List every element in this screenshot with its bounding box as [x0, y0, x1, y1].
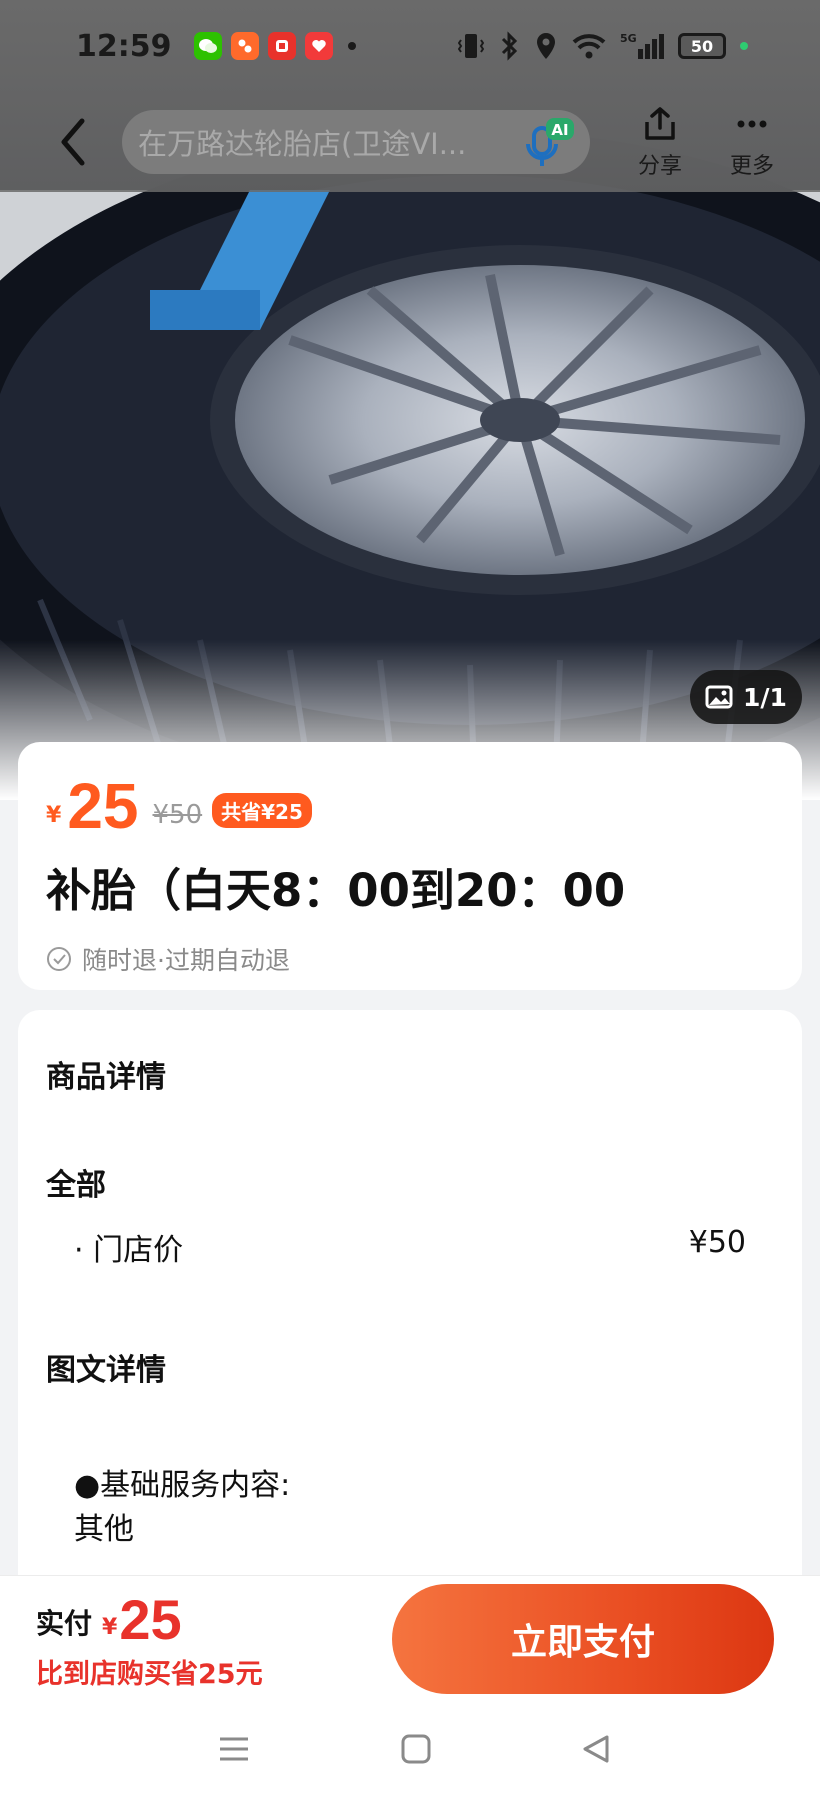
image-counter[interactable]: 1/1: [690, 670, 802, 724]
status-bar: 12:59 5G 50: [0, 0, 820, 92]
charging-dot: [740, 42, 748, 50]
wechat-app-icon: [193, 32, 222, 60]
back-arrow-icon: [61, 118, 85, 166]
pay-amount: 25: [119, 1588, 182, 1651]
menu-lines-icon: [220, 1737, 248, 1761]
product-title: 补胎（白天8：00到20：00: [46, 864, 626, 917]
back-button[interactable]: [38, 107, 108, 177]
status-app-icons: [193, 32, 356, 60]
ai-voice-icon[interactable]: AI: [520, 116, 576, 172]
taobao-app-icon: [267, 32, 296, 60]
more-button[interactable]: 更多: [712, 106, 792, 182]
details-section-title: 商品详情: [46, 1060, 166, 1095]
more-label: 更多: [729, 154, 774, 179]
top-nav-bar: 在万路达轮胎店(卫途VI... AI 分享 更多: [0, 92, 820, 192]
share-button[interactable]: 分享: [620, 106, 700, 182]
refund-policy: 随时退·过期自动退: [46, 941, 772, 977]
item-name: · 门店价: [74, 1233, 184, 1268]
home-square-icon: [401, 1734, 431, 1764]
battery-indicator: 50: [678, 33, 726, 59]
system-back-button[interactable]: [576, 1729, 616, 1769]
pay-currency: ¥: [102, 1615, 118, 1640]
system-nav-bar: [0, 1695, 820, 1802]
image-counter-text: 1/1: [743, 682, 787, 712]
more-dots-icon: [737, 120, 767, 128]
ai-badge: AI: [551, 121, 568, 139]
rich-line-service: ●基础服务内容:: [74, 1468, 291, 1503]
svg-text:5G: 5G: [620, 32, 637, 45]
pay-summary: 实付 ¥ 25 比到店购买省25元: [36, 1592, 263, 1691]
share-icon: [645, 107, 675, 140]
recent-apps-button[interactable]: [214, 1729, 254, 1769]
refund-policy-text: 随时退·过期自动退: [82, 946, 290, 975]
wifi-icon: [572, 34, 606, 59]
list-item: · 门店价 ¥50: [74, 1225, 746, 1269]
pinduoduo-app-icon: [230, 32, 259, 60]
check-circle-icon: [47, 947, 71, 971]
pay-amount-row: 实付 ¥ 25: [36, 1592, 263, 1648]
cellular-5g-icon: 5G: [620, 32, 664, 59]
sale-price: 25: [67, 770, 139, 842]
search-text: 在万路达轮胎店(卫途VI...: [138, 127, 467, 161]
price-row: ¥ 25 ¥50 共省¥25: [46, 768, 772, 838]
item-price: ¥50: [688, 1225, 746, 1260]
group-title: 全部: [46, 1168, 106, 1203]
gallery-icon: [705, 685, 733, 709]
dianping-app-icon: [304, 32, 333, 60]
rich-details-title: 图文详情: [46, 1353, 166, 1388]
bluetooth-icon: [501, 31, 518, 61]
vibrate-icon: [458, 34, 484, 58]
price-card: ¥ 25 ¥50 共省¥25 补胎（白天8：00到20：00 随时退·过期自动退: [18, 742, 802, 990]
pay-savings-note: 比到店购买省25元: [36, 1659, 263, 1690]
status-time: 12:59: [76, 28, 172, 64]
back-triangle-icon: [583, 1735, 609, 1763]
notification-dot: [347, 42, 356, 50]
share-label: 分享: [637, 154, 682, 179]
product-details-card: 商品详情 全部 · 门店价 ¥50 图文详情 ●基础服务内容: 其他: [18, 1010, 802, 1610]
shop-search-box[interactable]: 在万路达轮胎店(卫途VI... AI: [122, 110, 590, 174]
pay-now-button[interactable]: 立即支付: [392, 1584, 774, 1694]
pay-label: 实付: [36, 1607, 93, 1640]
original-price: ¥50: [152, 800, 203, 830]
home-button[interactable]: [396, 1729, 436, 1769]
status-indicators: 5G 50: [458, 31, 748, 61]
currency-symbol: ¥: [46, 803, 62, 828]
savings-badge: 共省¥25: [212, 793, 312, 828]
location-icon: [537, 33, 555, 59]
battery-level: 50: [690, 36, 714, 56]
rich-line-other: 其他: [74, 1512, 134, 1547]
checkout-bar: 实付 ¥ 25 比到店购买省25元 立即支付: [0, 1575, 820, 1695]
